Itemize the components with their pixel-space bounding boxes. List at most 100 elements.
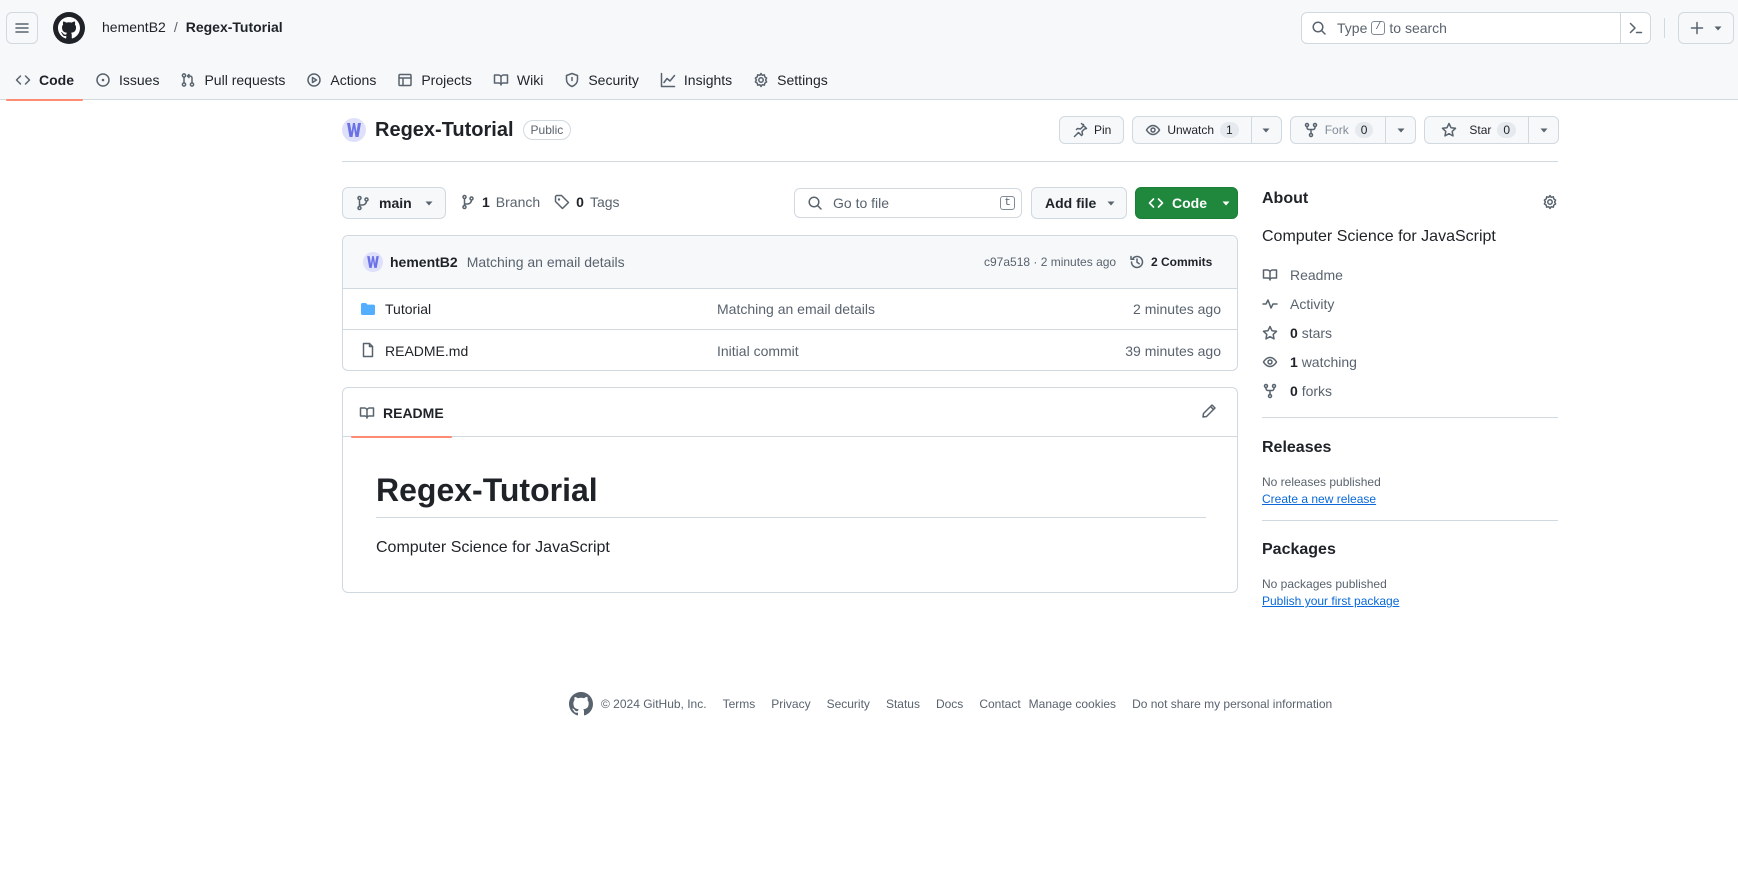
releases-title[interactable]: Releases — [1262, 439, 1558, 457]
file-commit-message[interactable]: Initial commit — [717, 343, 799, 359]
create-release-link[interactable]: Create a new release — [1262, 492, 1558, 506]
readme-panel: README Regex-Tutorial Computer Science f… — [342, 387, 1238, 593]
forks-link[interactable]: 0 forks — [1262, 376, 1558, 405]
shield-icon — [566, 72, 579, 88]
breadcrumb-repo-link[interactable]: Regex-Tutorial — [186, 19, 283, 35]
edit-readme-button[interactable] — [1201, 403, 1217, 419]
file-name[interactable]: Tutorial — [385, 301, 431, 317]
tags-link[interactable]: 0 Tags — [554, 194, 620, 210]
folder-icon — [361, 303, 375, 315]
owner-avatar[interactable] — [342, 118, 366, 142]
stars-link[interactable]: 0 stars — [1262, 318, 1558, 347]
watching-link[interactable]: 1 watching — [1262, 347, 1558, 376]
search-input[interactable]: Type / to search — [1301, 12, 1651, 44]
packages-empty-text: No packages published — [1262, 577, 1387, 591]
file-age: 2 minutes ago — [1133, 301, 1221, 317]
breadcrumb-owner-link[interactable]: hementB2 — [102, 19, 166, 35]
global-header: hementB2 / Regex-Tutorial Type / to sear… — [0, 0, 1738, 101]
add-file-button[interactable]: Add file — [1031, 187, 1127, 219]
forks-count: 0 — [1290, 382, 1298, 399]
file-row-readme[interactable]: README.md Initial commit 39 minutes ago — [343, 330, 1237, 370]
star-dropdown[interactable] — [1528, 117, 1558, 143]
file-name[interactable]: README.md — [385, 343, 468, 359]
tag-count: 0 — [576, 194, 584, 210]
title-divider — [342, 161, 1558, 162]
footer-link-status[interactable]: Status — [886, 697, 920, 711]
tab-wiki-label: Wiki — [516, 72, 544, 88]
packages-title[interactable]: Packages — [1262, 541, 1558, 559]
branch-count: 1 — [482, 194, 490, 210]
footer-link-docs[interactable]: Docs — [936, 697, 963, 711]
branch-selector[interactable]: main — [342, 187, 446, 219]
star-icon — [1262, 325, 1278, 340]
about-title: About — [1262, 190, 1309, 207]
fork-button[interactable]: Fork 0 — [1289, 116, 1417, 144]
tab-issues[interactable]: Issues — [86, 60, 168, 100]
readme-tab-label: README — [383, 404, 444, 421]
file-icon — [362, 342, 374, 358]
branch-icon — [462, 194, 474, 210]
avatar-logo-icon — [363, 252, 383, 272]
commit-message[interactable]: Matching an email details — [467, 254, 625, 270]
tab-settings[interactable]: Settings — [744, 60, 837, 100]
footer-link-security[interactable]: Security — [827, 697, 870, 711]
file-row-tutorial[interactable]: Tutorial Matching an email details 2 min… — [343, 289, 1237, 330]
tab-wiki[interactable]: Wiki — [484, 60, 552, 100]
activity-link[interactable]: Activity — [1262, 289, 1558, 318]
author-avatar[interactable] — [363, 252, 383, 272]
github-logo-icon[interactable] — [53, 12, 85, 44]
github-logo-icon[interactable] — [569, 692, 593, 716]
footer-link-manage-cookies[interactable]: Manage cookies — [1029, 697, 1116, 711]
fork-dropdown[interactable] — [1385, 117, 1415, 143]
readme-header: README — [343, 388, 1237, 438]
tab-pull-requests[interactable]: Pull requests — [171, 60, 294, 100]
triangle-down-icon — [1714, 26, 1722, 31]
pin-icon — [1073, 122, 1088, 138]
commits-count-label: 2 Commits — [1151, 255, 1213, 269]
about-sidebar: About Computer Science for JavaScript Re… — [1262, 190, 1558, 608]
footer-link-contact[interactable]: Contact — [979, 697, 1020, 711]
table-icon — [398, 73, 413, 87]
command-palette-button[interactable] — [1620, 13, 1650, 43]
tab-insights[interactable]: Insights — [651, 60, 741, 100]
commit-author[interactable]: hementB2 — [390, 254, 458, 270]
go-to-file-placeholder: Go to file — [833, 195, 890, 211]
watching-count: 1 — [1290, 353, 1298, 370]
plus-icon — [1690, 21, 1704, 35]
readme-body: Computer Science for JavaScript — [376, 539, 610, 556]
edit-about-button[interactable] — [1542, 194, 1558, 210]
menu-button[interactable] — [6, 12, 38, 44]
footer-link-terms[interactable]: Terms — [723, 697, 756, 711]
unwatch-dropdown[interactable] — [1250, 117, 1281, 143]
code-button[interactable]: Code — [1135, 187, 1238, 219]
pin-button[interactable]: Pin — [1059, 116, 1125, 144]
tab-security[interactable]: Security — [555, 60, 648, 100]
eye-icon — [1146, 124, 1161, 136]
readme-link[interactable]: Readme — [1262, 260, 1558, 289]
star-button[interactable]: Star 0 — [1424, 116, 1560, 144]
commit-sha-age[interactable]: c97a518 · 2 minutes ago — [984, 255, 1116, 269]
gear-icon — [754, 72, 768, 88]
footer-link-do-not-share[interactable]: Do not share my personal information — [1132, 697, 1332, 711]
tab-settings-label: Settings — [777, 72, 828, 88]
tab-actions[interactable]: Actions — [297, 60, 385, 100]
book-icon — [359, 406, 375, 419]
file-commit-message[interactable]: Matching an email details — [717, 301, 875, 317]
pull-request-icon — [182, 73, 195, 87]
repo-name[interactable]: Regex-Tutorial — [375, 119, 514, 142]
about-description: Computer Science for JavaScript — [1262, 228, 1496, 245]
create-new-button[interactable] — [1678, 12, 1734, 44]
tab-code[interactable]: Code — [6, 60, 83, 101]
publish-package-link[interactable]: Publish your first package — [1262, 594, 1558, 608]
footer-link-privacy[interactable]: Privacy — [771, 697, 810, 711]
unwatch-button[interactable]: Unwatch 1 — [1132, 116, 1282, 144]
pencil-icon — [1202, 404, 1216, 418]
tab-projects[interactable]: Projects — [388, 60, 481, 100]
go-to-file-input[interactable]: Go to file t — [794, 188, 1022, 218]
triangle-down-icon — [1262, 128, 1270, 133]
commits-link[interactable]: 2 Commits — [1129, 254, 1212, 270]
fork-label: Fork — [1324, 123, 1349, 137]
readme-tab[interactable]: README — [351, 388, 452, 438]
branches-link[interactable]: 1 Branch — [460, 194, 540, 210]
triangle-down-icon — [1107, 201, 1115, 206]
